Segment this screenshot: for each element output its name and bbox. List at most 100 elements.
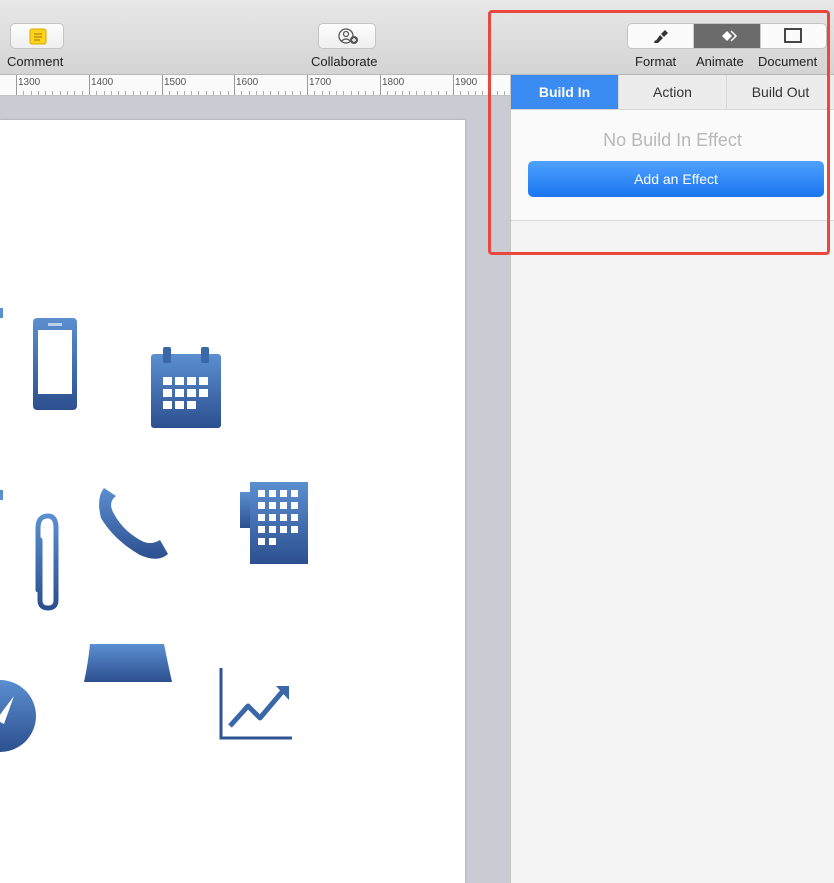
compass-icon[interactable] [0,680,36,752]
ruler-minor-tick [23,91,24,95]
growth-chart-icon[interactable] [219,668,292,740]
ruler-tick-label: 1800 [382,77,405,88]
ruler-minor-tick [343,91,344,95]
ruler-minor-tick [300,91,301,95]
ruler-minor-tick [206,91,207,95]
ruler-minor-tick [45,91,46,95]
ruler-major-tick [89,75,90,95]
ruler-minor-tick [220,91,221,95]
ruler-minor-tick [133,91,134,95]
ruler-minor-tick [263,91,264,95]
no-effect-message: No Build In Effect [603,130,742,150]
ruler-minor-tick [329,91,330,95]
format-tab-button[interactable] [628,24,695,48]
paintbrush-icon [653,30,668,43]
ruler-minor-tick [314,91,315,95]
ruler-minor-tick [285,91,286,95]
animate-tab-button[interactable] [694,24,761,48]
ruler-tick-label: 1400 [91,77,114,88]
inspector-switcher [627,23,827,49]
partial-icon-fragment [0,308,3,318]
slide-canvas[interactable] [0,96,510,883]
collaborate-icon [338,28,358,44]
ruler-minor-tick [74,91,75,95]
banner-shape-icon[interactable] [84,644,172,682]
ruler-minor-tick [395,91,396,95]
ruler-minor-tick [31,91,32,95]
ruler-minor-tick [228,91,229,95]
ruler-tick-label: 1900 [455,77,478,88]
document-label: Document [758,54,818,69]
build-tabs: Build In Action Build Out [511,75,834,110]
ruler-tick-label: 1700 [309,77,332,88]
ruler-minor-tick [256,91,257,95]
ruler-minor-tick [416,91,417,95]
ruler-minor-tick [213,91,214,95]
ruler-minor-tick [118,91,119,95]
ruler-minor-tick [358,91,359,95]
ruler-minor-tick [96,91,97,95]
ruler-minor-tick [402,91,403,95]
ruler-minor-tick [504,91,505,95]
ruler-minor-tick [270,91,271,95]
partial-icon-fragment [0,490,3,500]
ruler-major-tick [453,75,454,95]
tab-action[interactable]: Action [619,75,727,109]
animate-inspector: Build In Action Build Out No Build In Ef… [510,75,834,883]
ruler-minor-tick [292,91,293,95]
ruler-minor-tick [104,91,105,95]
ruler-minor-tick [431,91,432,95]
ruler-minor-tick [446,91,447,95]
ruler-minor-tick [489,91,490,95]
ruler-tick-label: 1600 [236,77,259,88]
ruler-minor-tick [111,91,112,95]
ruler-minor-tick [67,91,68,95]
document-rect-icon [784,28,803,43]
ruler-minor-tick [365,91,366,95]
ruler-minor-tick [373,91,374,95]
animate-diamond-icon [721,30,738,42]
ruler-minor-tick [38,91,39,95]
ruler-minor-tick [387,91,388,95]
ruler-minor-tick [177,91,178,95]
tab-build-out[interactable]: Build Out [727,75,834,109]
ruler-tick-label: 1300 [18,77,41,88]
tab-build-in[interactable]: Build In [511,75,619,109]
ruler-minor-tick [424,91,425,95]
toolbar: Comment Collaborate Format Animate Docum… [0,0,834,75]
horizontal-ruler[interactable]: 1300 1400 1500 1600 1700 1800 1900 [0,75,510,96]
ruler-minor-tick [278,91,279,95]
ruler-minor-tick [184,91,185,95]
add-effect-button[interactable]: Add an Effect [528,161,824,197]
ruler-minor-tick [460,91,461,95]
ruler-tick-label: 1500 [164,77,187,88]
ruler-minor-tick [52,91,53,95]
ruler-minor-tick [169,91,170,95]
ruler-minor-tick [60,91,61,95]
format-label: Format [635,54,677,69]
ruler-major-tick [307,75,308,95]
ruler-minor-tick [468,91,469,95]
smartphone-icon[interactable] [33,318,77,410]
ruler-major-tick [380,75,381,95]
ruler-minor-tick [140,91,141,95]
collaborate-button[interactable] [318,23,376,49]
document-tab-button[interactable] [761,24,826,48]
phone-handset-icon[interactable] [99,488,168,559]
slide[interactable] [0,120,465,883]
effect-panel: No Build In Effect Add an Effect [511,110,834,221]
comment-button[interactable] [10,23,64,49]
paperclip-icon[interactable] [35,513,59,611]
ruler-minor-tick [497,91,498,95]
ruler-minor-tick [482,91,483,95]
ruler-minor-tick [82,91,83,95]
ruler-major-tick [16,75,17,95]
ruler-minor-tick [241,91,242,95]
collaborate-label: Collaborate [311,54,378,69]
calendar-icon[interactable] [151,347,221,428]
office-building-icon[interactable] [240,482,308,564]
ruler-minor-tick [475,91,476,95]
ruler-minor-tick [438,91,439,95]
ruler-minor-tick [191,91,192,95]
ruler-minor-tick [147,91,148,95]
